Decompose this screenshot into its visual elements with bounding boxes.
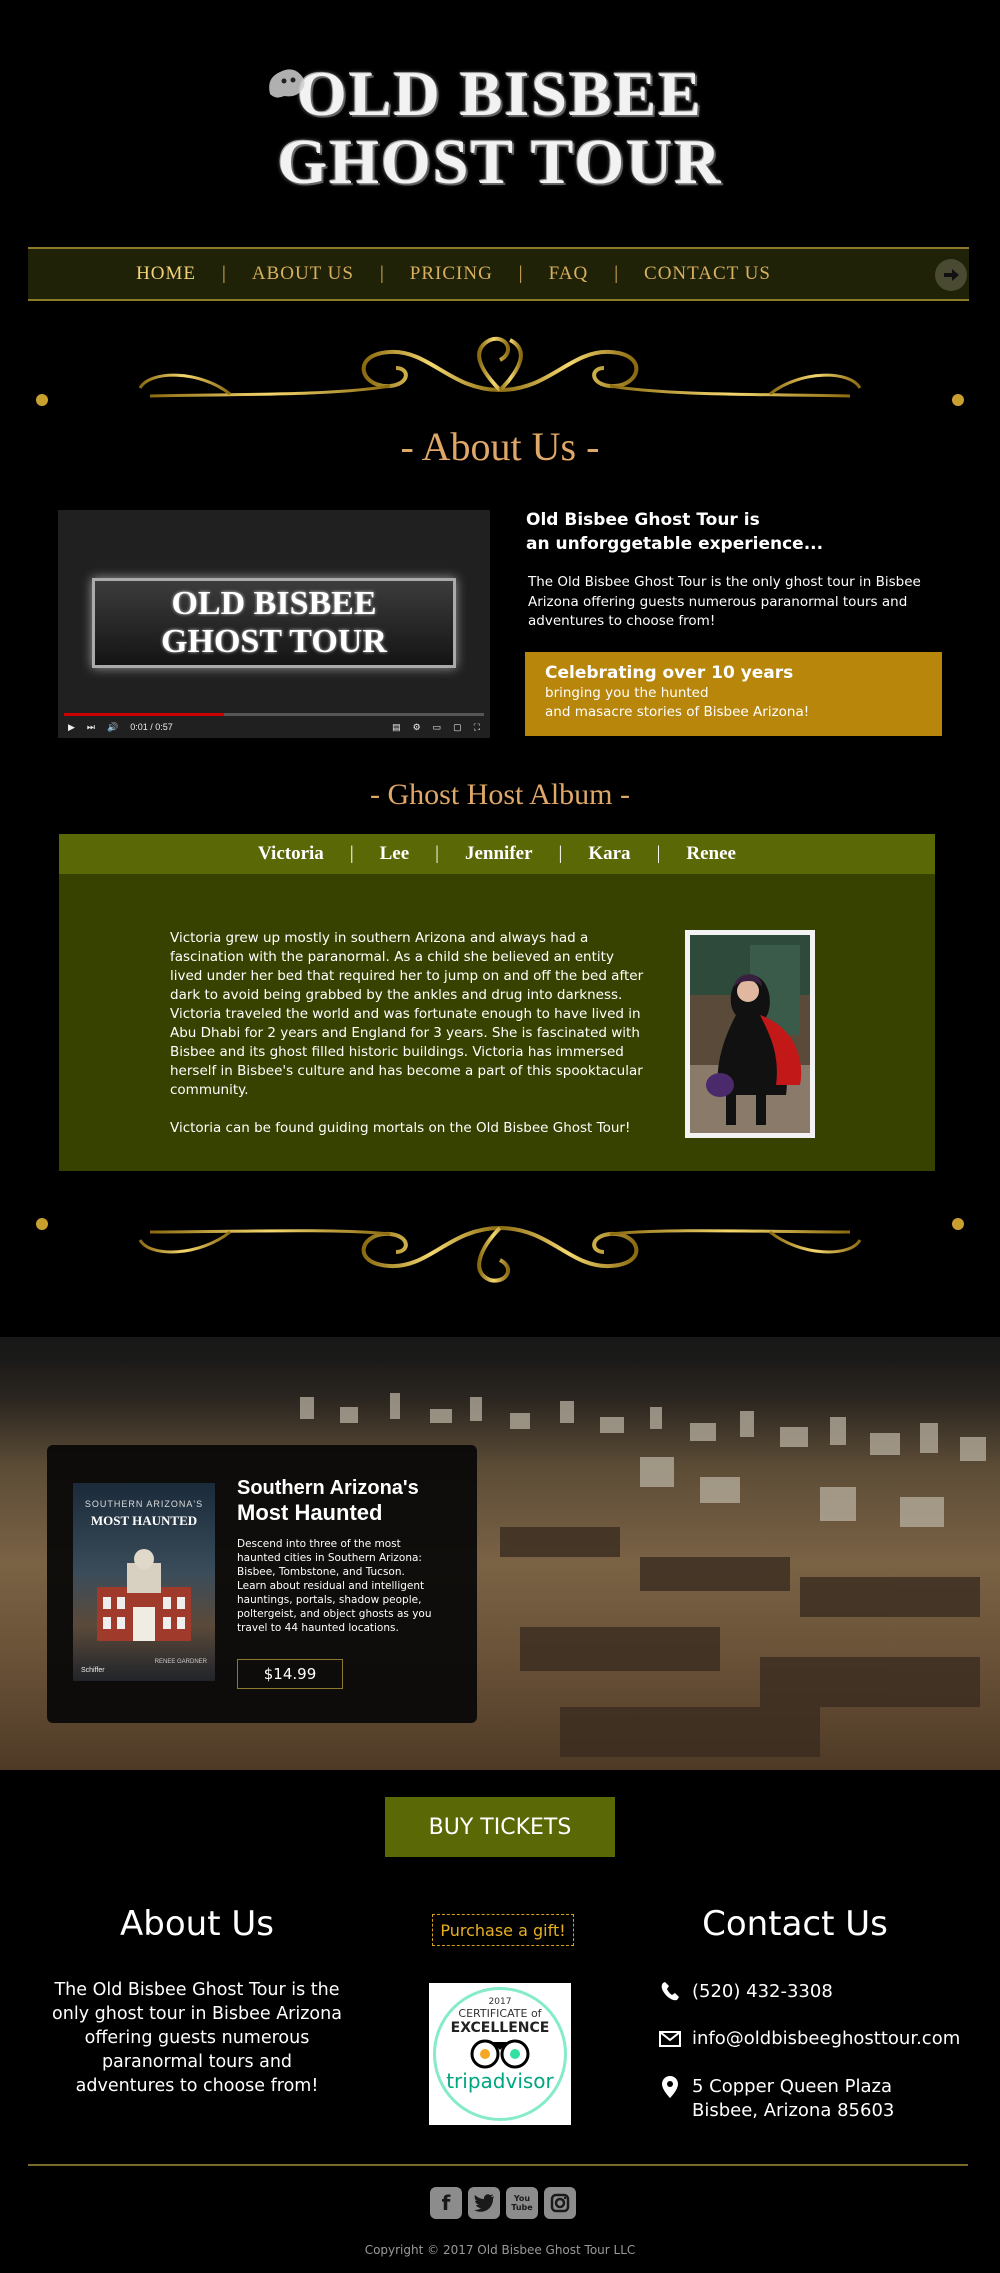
book-cover-publisher: Schiffer: [81, 1667, 105, 1674]
graveyard-banner: SOUTHERN ARIZONA'S MOST HAUNTED RENEE GA…: [0, 1337, 1000, 1770]
book-cover-top: SOUTHERN ARIZONA'S: [84, 1499, 204, 1509]
host-bio-paragraph: Victoria grew up mostly in southern Ariz…: [170, 930, 644, 1098]
tab-renee[interactable]: Renee: [686, 843, 736, 865]
logo-line-2: GHOST TOUR: [277, 126, 723, 197]
intro-text: The Old Bisbee Ghost Tour is the only gh…: [528, 574, 921, 629]
logo-line-1: OLD BISBEE: [297, 58, 703, 129]
celebrate-title: Celebrating over 10 years: [545, 663, 794, 683]
subtitles-icon[interactable]: ▤: [392, 722, 401, 733]
video-time: 0:01 / 0:57: [130, 722, 173, 732]
book-cover-author: RENEE GARDNER: [154, 1659, 207, 1665]
book-price-button[interactable]: $14.99: [237, 1659, 343, 1689]
book-cover-courthouse: [97, 1549, 191, 1641]
footer-divider: [28, 2164, 968, 2166]
instagram-icon[interactable]: [544, 2187, 576, 2219]
book-cover-title: MOST HAUNTED: [90, 1513, 198, 1528]
youtube-label: You Tube: [511, 2194, 533, 2212]
host-bio: Victoria grew up mostly in southern Ariz…: [170, 929, 650, 1138]
album-section-title: - Ghost Host Album -: [369, 778, 630, 811]
nav-separator: |: [379, 263, 384, 284]
buy-tickets-button[interactable]: BUY TICKETS: [385, 1797, 615, 1857]
youtube-icon[interactable]: You Tube: [506, 2187, 538, 2219]
address-line-1: 5 Copper Queen Plaza: [692, 2076, 893, 2097]
address-line-2: Bisbee, Arizona 85603: [692, 2100, 895, 2121]
tab-separator: |: [435, 843, 439, 864]
video-player[interactable]: OLD BISBEE GHOST TOUR ▶ ⏭ 🔊 0:01 / 0:57 …: [58, 510, 490, 738]
phone-icon: [658, 1980, 682, 2004]
album-tabs: Victoria | Lee | Jennifer | Kara | Renee: [59, 834, 935, 874]
nav-separator: |: [222, 263, 226, 284]
book-title: Most Haunted: [237, 1500, 383, 1525]
envelope-icon: [658, 2027, 682, 2051]
phone-number: (520) 432-3308: [692, 1981, 833, 2002]
volume-icon[interactable]: 🔊: [107, 722, 118, 733]
tab-kara[interactable]: Kara: [588, 843, 630, 865]
video-logo-line-2: GHOST TOUR: [161, 623, 387, 660]
video-thumbnail-logo: OLD BISBEE GHOST TOUR: [92, 578, 456, 668]
tab-victoria[interactable]: Victoria: [258, 843, 324, 865]
celebrate-line-2: and masacre stories of Bisbee Arizona!: [545, 704, 810, 720]
nav-contact-us[interactable]: CONTACT US: [644, 263, 771, 285]
next-icon[interactable]: ⏭: [87, 722, 95, 733]
footer-about-text: The Old Bisbee Ghost Tour is the only gh…: [52, 1980, 342, 2096]
nav-home[interactable]: HOME: [136, 263, 196, 285]
video-controls: ▶ ⏭ 🔊 0:01 / 0:57 ▤ ⚙ ▭ ▢ ⛶: [58, 716, 490, 738]
book-promo-card: SOUTHERN ARIZONA'S MOST HAUNTED RENEE GA…: [47, 1445, 477, 1723]
tab-separator: |: [656, 843, 661, 864]
tab-separator: |: [558, 843, 563, 864]
tab-jennifer[interactable]: Jennifer: [465, 843, 533, 865]
play-icon[interactable]: ▶: [68, 722, 75, 733]
video-logo-line-1: OLD BISBEE: [171, 585, 377, 622]
book-subtitle: Southern Arizona's: [237, 1477, 419, 1499]
ghost-icon: [269, 69, 305, 98]
nav-pricing[interactable]: PRICING: [410, 263, 493, 285]
footer-about-title: About Us: [120, 1904, 274, 1944]
copyright-text: Copyright © 2017 Old Bisbee Ghost Tour L…: [364, 2243, 636, 2257]
tab-lee[interactable]: Lee: [380, 843, 410, 865]
fullscreen-icon[interactable]: ⛶: [474, 722, 480, 733]
book-description: Descend into three of the most haunted c…: [237, 1538, 432, 1634]
gold-flourish-divider: [36, 336, 964, 406]
miniplayer-icon[interactable]: ▭: [433, 722, 442, 733]
intro-heading: Old Bisbee Ghost Tour is an unforggetabl…: [526, 508, 946, 556]
book-cover[interactable]: SOUTHERN ARIZONA'S MOST HAUNTED RENEE GA…: [73, 1483, 215, 1681]
celebrate-line-1: bringing you the hunted: [545, 685, 709, 701]
main-nav: HOME | ABOUT US | PRICING | FAQ | CONTAC…: [28, 247, 969, 301]
contact-email[interactable]: info@oldbisbeeghosttour.com: [658, 2027, 960, 2051]
twitter-icon[interactable]: [468, 2187, 500, 2219]
nav-faq[interactable]: FAQ: [549, 263, 589, 285]
tab-separator: |: [349, 843, 354, 864]
host-bio-closing: Victoria can be found guiding mortals on…: [170, 1120, 631, 1136]
tripadvisor-certificate[interactable]: 2017 CERTIFICATE of EXCELLENCE tripadvis…: [429, 1983, 571, 2125]
intro-heading-line-2: an unforggetable experience...: [526, 534, 824, 554]
nav-separator: |: [518, 263, 523, 284]
contact-address[interactable]: 5 Copper Queen Plaza Bisbee, Arizona 856…: [658, 2075, 894, 2123]
host-photo: [685, 930, 815, 1138]
gear-icon[interactable]: ⚙: [413, 722, 421, 733]
map-pin-icon: [658, 2075, 682, 2099]
cast-icon[interactable]: ▢: [453, 722, 462, 733]
about-section-title: - About Us -: [400, 424, 600, 469]
nav-separator: |: [614, 263, 619, 284]
gold-flourish-divider-2: [36, 1218, 964, 1283]
email-address: info@oldbisbeeghosttour.com: [692, 2028, 961, 2049]
nav-about-us[interactable]: ABOUT US: [252, 263, 354, 285]
arrow-right-circle-icon[interactable]: [935, 259, 967, 291]
contact-phone[interactable]: (520) 432-3308: [658, 1980, 833, 2004]
intro-heading-line-1: Old Bisbee Ghost Tour is: [526, 510, 760, 530]
facebook-icon[interactable]: f: [430, 2187, 462, 2219]
site-logo[interactable]: OLD BISBEE GHOST TOUR: [0, 60, 1000, 196]
celebrate-banner: Celebrating over 10 years bringing you t…: [525, 652, 942, 736]
social-links: f You Tube: [430, 2187, 576, 2219]
footer-contact-title: Contact Us: [702, 1904, 888, 1944]
purchase-gift-link[interactable]: Purchase a gift!: [432, 1914, 574, 1946]
host-bio-panel: Victoria grew up mostly in southern Ariz…: [59, 874, 935, 1171]
